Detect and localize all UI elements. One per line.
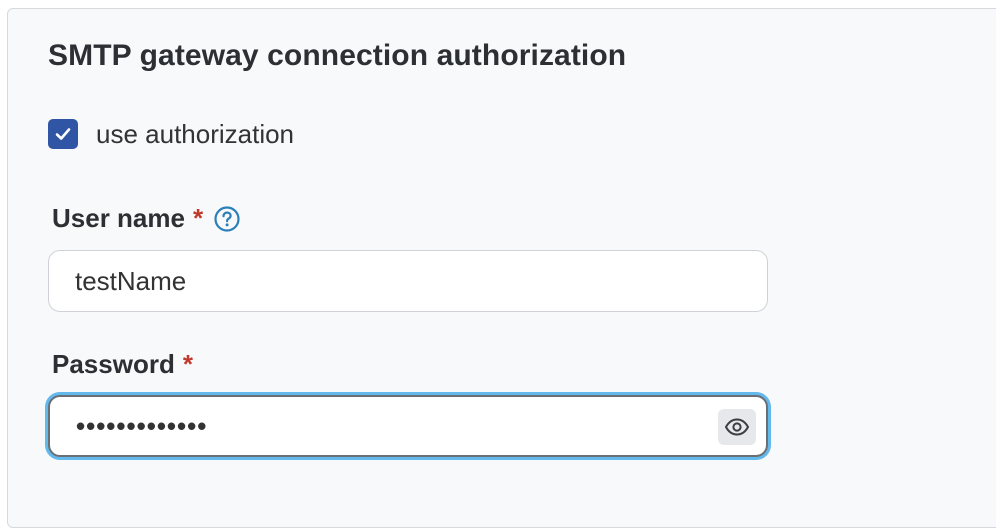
show-password-button[interactable] bbox=[718, 409, 756, 445]
username-label-row: User name * bbox=[52, 203, 241, 234]
password-label-row: Password * bbox=[52, 349, 193, 380]
smtp-auth-panel: SMTP gateway connection authorization us… bbox=[7, 8, 996, 528]
use-authorization-checkbox[interactable] bbox=[48, 119, 78, 149]
password-field[interactable]: ••••••••••••• bbox=[48, 395, 768, 457]
section-title: SMTP gateway connection authorization bbox=[48, 39, 627, 72]
username-label: User name bbox=[52, 203, 185, 233]
password-required-mark: * bbox=[182, 349, 193, 379]
username-field[interactable]: testName bbox=[48, 250, 768, 312]
password-label: Password bbox=[52, 349, 175, 379]
checkmark-icon bbox=[55, 128, 71, 140]
eye-icon bbox=[724, 418, 750, 436]
password-masked-value[interactable]: ••••••••••••• bbox=[76, 397, 207, 455]
username-required-mark: * bbox=[192, 203, 204, 233]
use-authorization-checkbox-row[interactable]: use authorization bbox=[48, 117, 294, 151]
question-circle-icon[interactable] bbox=[213, 205, 241, 233]
use-authorization-label[interactable]: use authorization bbox=[96, 119, 294, 150]
username-value[interactable]: testName bbox=[75, 251, 186, 311]
